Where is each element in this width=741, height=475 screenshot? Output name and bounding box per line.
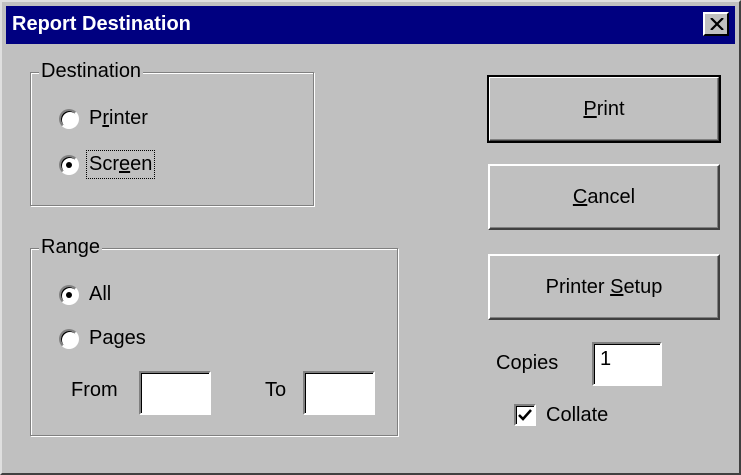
checkmark-icon <box>518 409 532 421</box>
cancel-button-label: Cancel <box>572 185 636 208</box>
cancel-button[interactable]: Cancel <box>488 164 720 230</box>
from-label: From <box>71 379 118 401</box>
to-field[interactable] <box>303 371 375 415</box>
screen-radio-label: Screen <box>85 150 156 179</box>
printer-radio[interactable] <box>59 108 79 129</box>
range-group: Range All Pages From To <box>30 235 398 436</box>
printer-radio-option[interactable]: Printer <box>59 107 148 130</box>
pages-radio-option[interactable]: Pages <box>59 327 146 350</box>
collate-label: Collate <box>546 404 609 426</box>
pages-radio[interactable] <box>59 328 79 349</box>
copies-label: Copies <box>496 352 559 374</box>
screen-radio-option[interactable]: Screen <box>59 150 156 179</box>
report-destination-dialog: Report Destination Destination Printer S… <box>0 0 741 475</box>
title-bar[interactable]: Report Destination <box>6 6 735 44</box>
to-label: To <box>265 379 287 401</box>
copies-field[interactable]: 1 <box>592 342 662 386</box>
close-button[interactable] <box>703 12 729 36</box>
destination-group: Destination Printer Screen <box>30 59 314 206</box>
printer-setup-button[interactable]: Printer Setup <box>488 254 720 320</box>
collate-checkbox[interactable] <box>514 404 536 426</box>
print-button-label: Print <box>583 97 625 120</box>
printer-setup-button-label: Printer Setup <box>545 275 663 298</box>
print-button[interactable]: Print <box>487 75 721 143</box>
pages-radio-label: Pages <box>89 327 146 349</box>
all-radio-option[interactable]: All <box>59 283 111 306</box>
printer-radio-label: Printer <box>89 107 148 129</box>
close-icon <box>710 18 724 30</box>
range-legend: Range <box>39 235 102 259</box>
all-radio[interactable] <box>59 284 79 305</box>
destination-legend: Destination <box>39 59 144 83</box>
screen-radio[interactable] <box>59 154 79 175</box>
dialog-title: Report Destination <box>12 13 191 35</box>
from-field[interactable] <box>139 371 211 415</box>
all-radio-label: All <box>89 283 112 305</box>
